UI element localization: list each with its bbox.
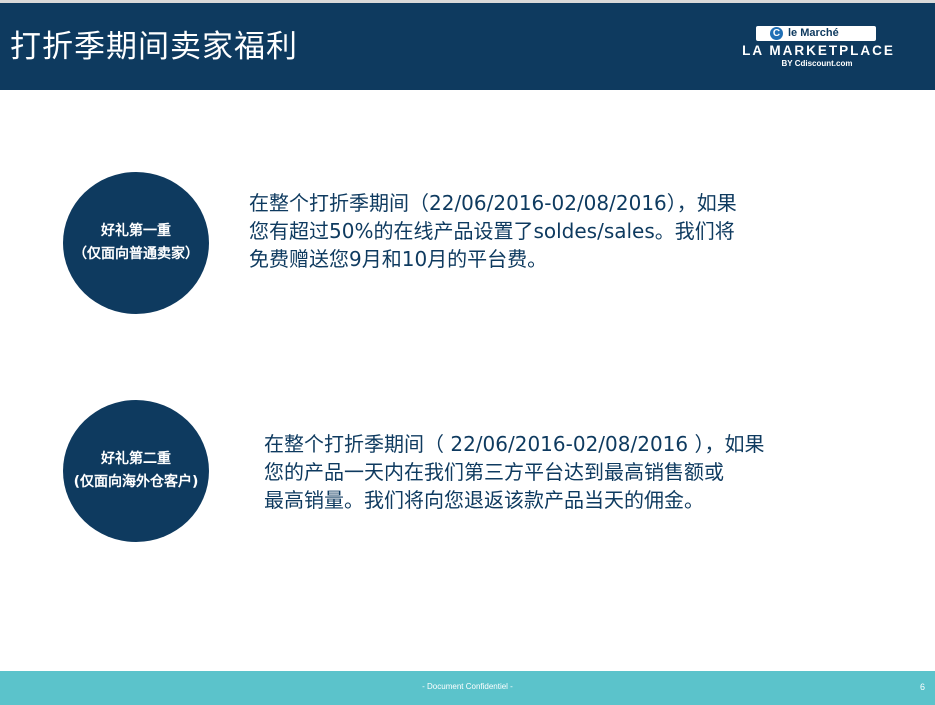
badge-subtitle: (仅面向海外仓客户) bbox=[73, 474, 199, 490]
badge-title: 好礼第二重 bbox=[101, 451, 171, 467]
text-line: 在整个打折季期间（ 22/06/2016-02/08/2016 ），如果 bbox=[264, 432, 765, 456]
text-line: 您的产品一天内在我们第三方平台达到最高销售额或 bbox=[264, 460, 724, 484]
cdiscount-marketplace-logo: C le Marché LA MARKETPLACE BY Cdiscount.… bbox=[712, 23, 922, 73]
benefit-one-badge: 好礼第一重 （仅面向普通卖家） bbox=[63, 172, 209, 314]
logo-by-text: BY Cdiscount.com bbox=[781, 59, 853, 68]
logo-main-text: LA MARKETPLACE bbox=[742, 43, 895, 58]
slide-title: 打折季期间卖家福利 bbox=[10, 29, 298, 65]
confidential-label: - Document Confidentiel - bbox=[422, 682, 513, 691]
badge-title: 好礼第一重 bbox=[101, 223, 171, 239]
slide-header: 打折季期间卖家福利 C le Marché LA MARKETPLACE BY … bbox=[0, 3, 935, 90]
text-line: 最高销量。我们将向您退返该款产品当天的佣金。 bbox=[264, 488, 704, 512]
slide-footer: - Document Confidentiel - 6 bbox=[0, 671, 935, 705]
text-line: 在整个打折季期间（22/06/2016-02/08/2016），如果 bbox=[249, 191, 737, 215]
benefit-one-text: 在整个打折季期间（22/06/2016-02/08/2016），如果 您有超过5… bbox=[249, 189, 737, 273]
page-number: 6 bbox=[919, 682, 925, 692]
text-line: 您有超过50%的在线产品设置了soldes/sales。我们将 bbox=[249, 219, 735, 243]
benefit-two-badge: 好礼第二重 (仅面向海外仓客户) bbox=[63, 400, 209, 542]
cdiscount-c-icon: C bbox=[770, 27, 783, 40]
badge-subtitle: （仅面向普通卖家） bbox=[73, 246, 199, 262]
logo-banner: C le Marché bbox=[756, 26, 876, 41]
text-line: 免费赠送您9月和10月的平台费。 bbox=[249, 247, 548, 271]
logo-le-marche-text: le Marché bbox=[788, 27, 839, 39]
benefit-two-text: 在整个打折季期间（ 22/06/2016-02/08/2016 ），如果 您的产… bbox=[264, 430, 764, 514]
